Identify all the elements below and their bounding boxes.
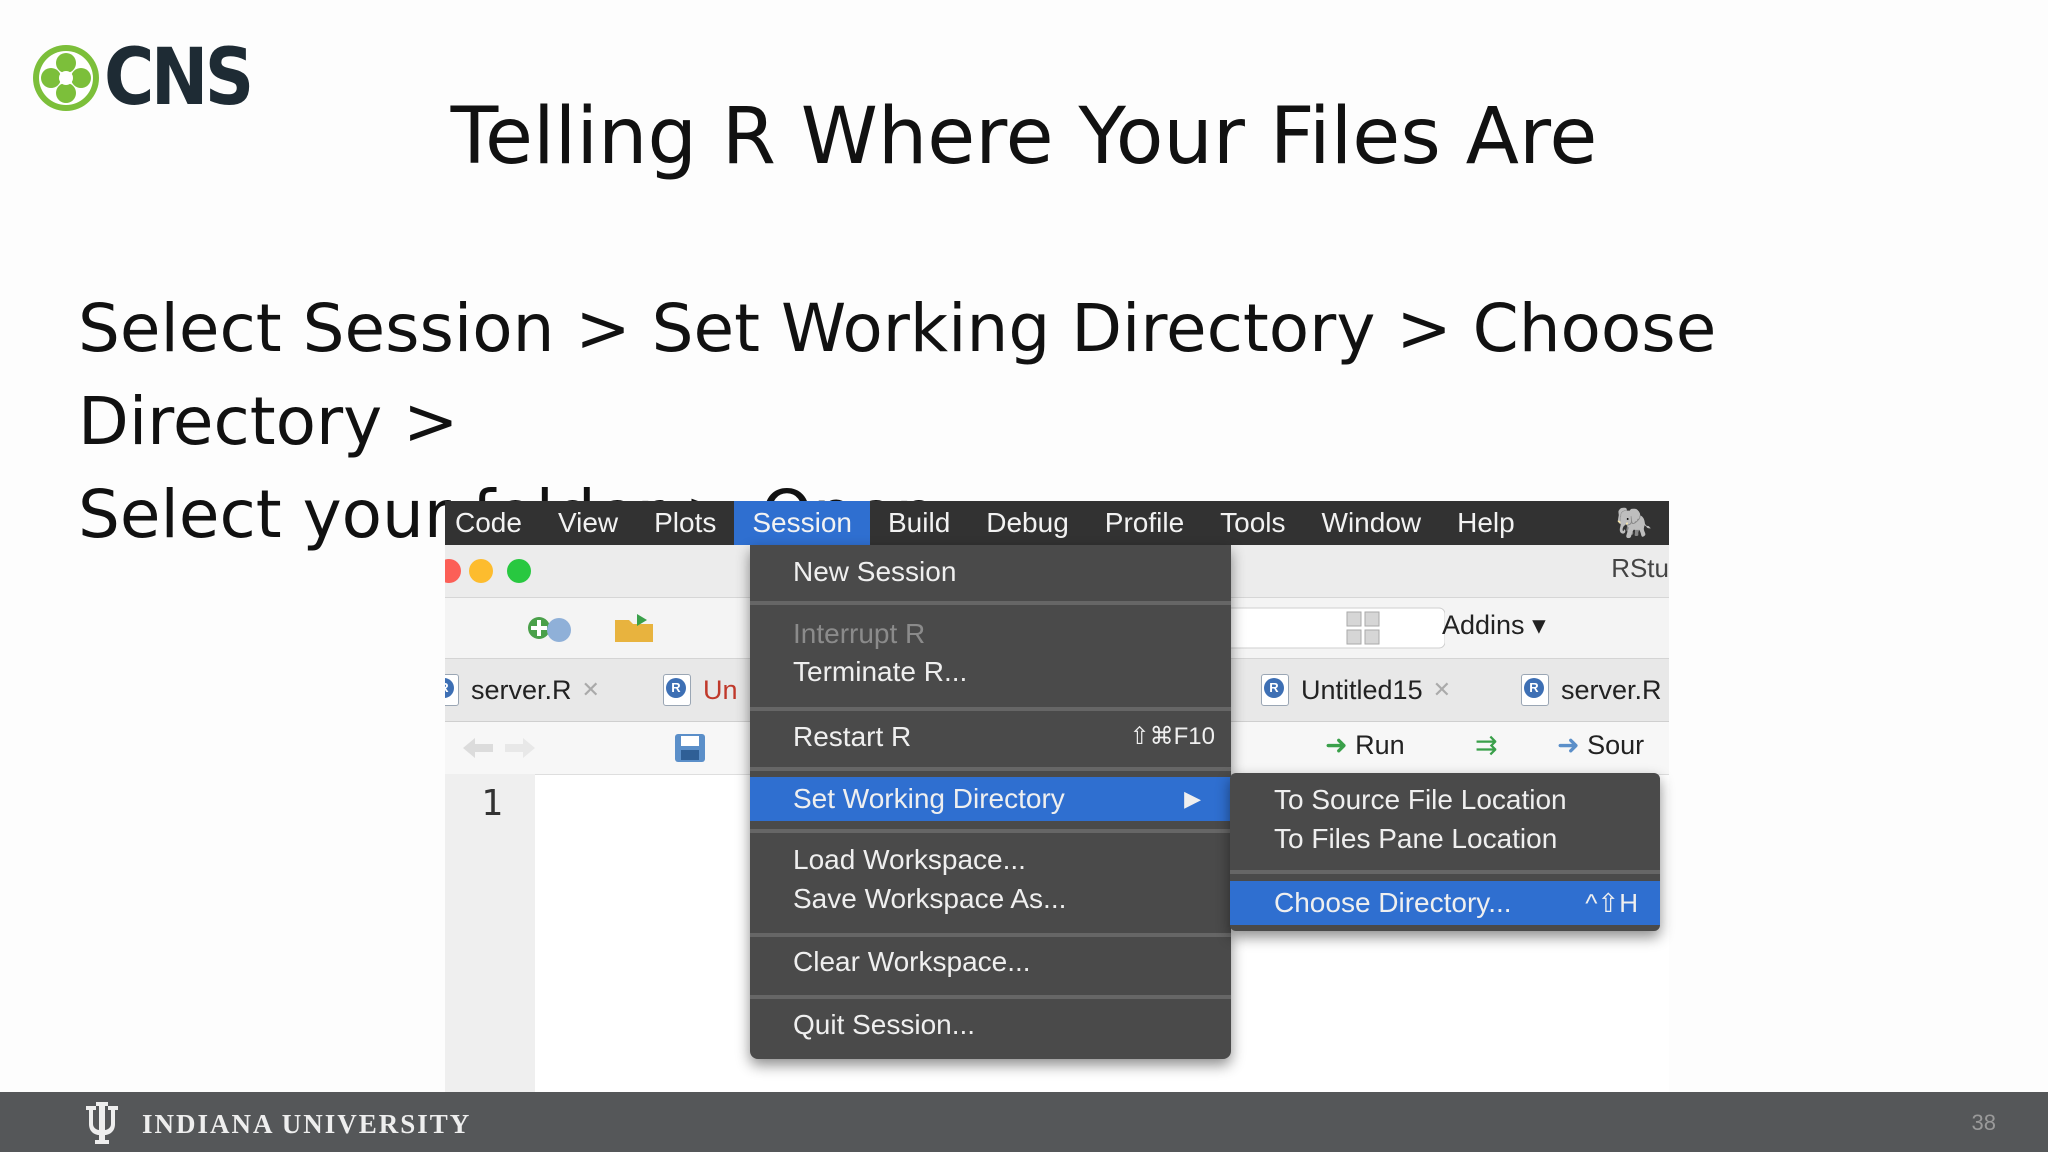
open-folder-icon[interactable] [613,612,657,644]
menu-debug[interactable]: Debug [968,501,1087,545]
source-arrow-icon: ➜ [1557,730,1580,760]
back-forward-icon[interactable] [459,732,539,764]
menu-profile[interactable]: Profile [1087,501,1202,545]
menu-bar: Code View Plots Session Build Debug Prof… [445,501,1669,545]
menu-item-load-workspace[interactable]: Load Workspace... [750,841,1231,879]
page-number: 38 [1971,1110,1996,1135]
menu-item-terminate-r[interactable]: Terminate R... [750,653,1231,691]
close-tab-icon[interactable]: ✕ [1433,677,1451,703]
menu-separator [750,767,1231,771]
menu-separator [750,995,1231,999]
submenu-item-choose-directory[interactable]: Choose Directory... ^⇧H [1230,881,1660,925]
menu-item-set-working-directory[interactable]: Set Working Directory ▶ [750,777,1231,821]
menu-item-interrupt-r: Interrupt R [793,618,926,649]
menu-session[interactable]: Session [734,501,870,545]
choose-directory-label: Choose Directory... [1274,887,1512,918]
tab-untitled15[interactable]: Untitled15 ✕ [1261,667,1451,713]
tab-label: server.R [1561,674,1662,705]
addins-dropdown[interactable]: Addins ▾ [1442,610,1546,641]
submenu-arrow-icon: ▶ [1184,786,1201,811]
add-project-icon[interactable] [525,610,577,646]
line-number: 1 [481,783,503,824]
close-tab-icon[interactable]: ✕ [582,677,600,703]
menu-separator [1230,870,1660,874]
slide: CNS Telling R Where Your Files Are Selec… [0,0,2048,1152]
menu-window[interactable]: Window [1304,501,1440,545]
menu-item-restart-r[interactable]: Restart R ⇧⌘F10 [750,718,1231,756]
menu-separator [750,707,1231,711]
menu-separator [750,601,1231,605]
menu-separator [750,829,1231,833]
r-document-icon [445,674,459,706]
body-line-1: Select Session > Set Working Directory >… [78,290,1717,460]
restart-r-label: Restart R [793,721,912,752]
choose-directory-shortcut: ^⇧H [1585,888,1638,918]
source-button[interactable]: ➜ Sour [1557,730,1644,761]
source-label: Sour [1587,730,1645,760]
menu-item-new-session[interactable]: New Session [750,553,1231,591]
menu-tools[interactable]: Tools [1202,501,1303,545]
tab-label: Un [703,674,738,705]
tab-server-r[interactable]: server.R ✕ [445,667,600,713]
menu-separator [750,933,1231,937]
save-icon[interactable] [673,732,707,764]
session-menu: New Session Interrupt R Terminate R... R… [750,545,1231,1059]
run-label: Run [1355,730,1405,760]
tab-server-r-2[interactable]: server.R [1521,667,1662,713]
slide-title: Telling R Where Your Files Are [450,92,1598,182]
menu-plots[interactable]: Plots [636,501,734,545]
menu-view[interactable]: View [540,501,636,545]
menu-item-quit-session[interactable]: Quit Session... [750,1006,1231,1044]
evernote-icon[interactable]: 🐘 [1616,506,1653,541]
tab-label: Untitled15 [1301,674,1423,705]
maximize-window-icon[interactable] [507,559,531,583]
set-wd-label: Set Working Directory [793,783,1065,814]
grid-icon[interactable] [1345,610,1381,646]
r-document-icon [1261,674,1289,706]
submenu-item-to-files-pane-location[interactable]: To Files Pane Location [1230,820,1660,858]
menu-code[interactable]: Code [445,501,540,545]
footer-bar: INDIANA UNIVERSITY 38 [0,1092,2048,1152]
menu-help[interactable]: Help [1439,501,1533,545]
iu-trident-icon [86,1102,118,1144]
tab-label: server.R [471,674,572,705]
menu-item-clear-workspace[interactable]: Clear Workspace... [750,943,1231,981]
tab-untitled[interactable]: Un [663,667,738,713]
menu-item-save-workspace-as[interactable]: Save Workspace As... [750,880,1231,918]
restart-r-shortcut: ⇧⌘F10 [1129,723,1215,750]
minimize-window-icon[interactable] [469,559,493,583]
rerun-icon[interactable]: ⇉ [1475,730,1498,761]
submenu-item-to-source-file-location[interactable]: To Source File Location [1230,781,1660,819]
university-name: INDIANA UNIVERSITY [142,1109,472,1139]
window-title: RStu [1611,553,1669,583]
run-button[interactable]: ➜ Run [1325,730,1405,761]
set-working-directory-submenu: To Source File Location To Files Pane Lo… [1230,773,1660,931]
menu-build[interactable]: Build [870,501,968,545]
r-document-icon [663,674,691,706]
run-arrow-icon: ➜ [1325,730,1348,760]
addins-label: Addins [1442,610,1525,640]
close-window-icon[interactable] [445,559,461,583]
r-document-icon [1521,674,1549,706]
